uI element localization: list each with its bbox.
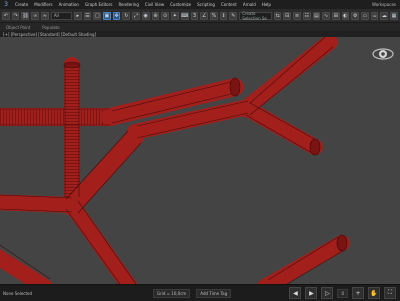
menu-graph-editors[interactable]: Graph Editors <box>82 2 115 7</box>
animation-controls: ◀ ▶ ▷ 0 + ✋ ⛶ <box>289 287 400 299</box>
menu-animation[interactable]: Animation <box>56 2 82 7</box>
rendered-frame-window-icon[interactable]: ▭ <box>361 11 369 20</box>
play-icon[interactable]: ▶ <box>305 287 318 299</box>
undo-icon[interactable]: ↶ <box>2 11 10 20</box>
snaps-toggle-icon[interactable]: 3 <box>190 11 199 20</box>
named-selection-set-dropdown[interactable]: Create Selection Se <box>239 11 272 21</box>
maximize-viewport-icon[interactable]: ⛶ <box>384 287 396 299</box>
add-time-tag-button[interactable]: Add Time Tag <box>196 288 232 298</box>
workspace-selector[interactable]: Workspaces <box>372 2 400 7</box>
mirror-icon[interactable]: ⇆ <box>273 11 282 20</box>
keyboard-shortcut-override-icon[interactable]: ⌨ <box>180 11 189 20</box>
grid-readout: Grid = 10,0cm <box>153 288 191 298</box>
viewport-label[interactable]: [+] [Perspective] [Standard] [Default Sh… <box>0 32 96 37</box>
menu-create[interactable]: Create <box>12 2 31 7</box>
tube-diagonal-left[interactable] <box>63 128 144 216</box>
application-window: 3 Create Modifiers Animation Graph Edito… <box>0 0 400 301</box>
tube-right-down[interactable] <box>240 101 323 155</box>
menu-arnold[interactable]: Arnold <box>240 2 259 7</box>
current-frame-field[interactable]: 0 <box>337 288 348 298</box>
tube-end-cap <box>336 234 348 252</box>
ribbon-bar: Object Paint Populate <box>0 23 400 31</box>
render-production-icon[interactable]: ☕ <box>370 11 379 20</box>
select-by-name-icon[interactable]: ☰ <box>83 11 92 20</box>
perspective-viewport[interactable] <box>0 37 400 284</box>
toggle-scene-explorer-icon[interactable]: ≡ <box>293 11 301 20</box>
previous-frame-icon[interactable]: ◀ <box>289 287 302 299</box>
coordinate-display: Grid = 10,0cm Add Time Tag <box>153 288 289 298</box>
curve-editor-icon[interactable]: ∿ <box>322 11 330 20</box>
toggle-layer-explorer-icon[interactable]: ☷ <box>302 11 311 20</box>
tube-end-cap <box>309 138 321 156</box>
menu-modifiers[interactable]: Modifiers <box>31 2 55 7</box>
tube-end-cap <box>229 77 241 97</box>
select-object-icon[interactable]: ▸ <box>73 11 82 20</box>
window-crossing-icon[interactable]: ▣ <box>103 11 111 20</box>
menu-scripting[interactable]: Scripting <box>194 2 218 7</box>
tube-bottom-left[interactable] <box>0 248 53 284</box>
link-icon[interactable]: ⛓ <box>21 11 30 20</box>
scene-canvas <box>0 37 350 284</box>
tube-end-cap <box>63 61 81 69</box>
menu-customize[interactable]: Customize <box>167 2 194 7</box>
render-in-cloud-icon[interactable]: ☁ <box>380 11 389 20</box>
tube-top-right[interactable] <box>237 37 338 117</box>
selection-filter-dropdown[interactable]: All <box>50 11 72 20</box>
ribbon-tab-populate[interactable]: Populate <box>36 25 65 30</box>
status-bar: None Selected Grid = 10,0cm Add Time Tag… <box>0 284 400 301</box>
pan-icon[interactable]: ✋ <box>368 287 380 299</box>
menu-help[interactable]: Help <box>259 2 274 7</box>
placement-icon[interactable]: ◉ <box>141 11 150 20</box>
selection-status: None Selected <box>3 290 33 296</box>
main-toolbar: ↶ ↷ ⛓ ∞ ≈ All ▸ ☰ □ ▣ ✥ ↻ ⤢ ◉ ⊕ ⊙ ✦ ⌨ 3 … <box>0 9 400 23</box>
next-frame-icon[interactable]: ▷ <box>321 287 334 299</box>
unlink-icon[interactable]: ∞ <box>31 11 40 20</box>
percent-snap-icon[interactable]: % <box>210 11 218 20</box>
menu-content[interactable]: Content <box>218 2 240 7</box>
toggle-ribbon-icon[interactable]: ▤ <box>312 11 321 20</box>
bind-space-warp-icon[interactable]: ≈ <box>41 11 49 20</box>
rectangular-selection-icon[interactable]: □ <box>93 11 102 20</box>
select-manipulate-icon[interactable]: ✦ <box>170 11 179 20</box>
schematic-view-icon[interactable]: ⊞ <box>331 11 340 20</box>
ribbon-tab-object-paint[interactable]: Object Paint <box>0 25 36 30</box>
select-move-icon[interactable]: ✥ <box>112 11 121 20</box>
menu-rendering[interactable]: Rendering <box>115 2 141 7</box>
align-icon[interactable]: ⊟ <box>283 11 292 20</box>
app-logo[interactable]: 3 <box>0 0 12 9</box>
select-rotate-icon[interactable]: ↻ <box>122 11 131 20</box>
material-editor-icon[interactable]: ◐ <box>341 11 350 20</box>
spinner-snap-icon[interactable]: ⇕ <box>219 11 228 20</box>
menu-civil-view[interactable]: Civil View <box>142 2 167 7</box>
redo-icon[interactable]: ↷ <box>11 11 20 20</box>
reference-coordinate-icon[interactable]: ⊕ <box>151 11 160 20</box>
edit-named-selection-icon[interactable]: ✎ <box>229 11 238 20</box>
pivot-center-icon[interactable]: ⊙ <box>161 11 169 20</box>
tube-bottom-right[interactable] <box>257 235 350 284</box>
render-setup-icon[interactable]: ⚙ <box>351 11 360 20</box>
tube-lower-left[interactable] <box>0 194 80 213</box>
zoom-icon[interactable]: + <box>352 287 364 299</box>
viewcube-icon[interactable] <box>372 45 394 63</box>
a360-gallery-icon[interactable]: ▦ <box>390 11 398 20</box>
tube-lower-down[interactable] <box>64 197 138 284</box>
angle-snap-icon[interactable]: ∠ <box>200 11 209 20</box>
select-scale-icon[interactable]: ⤢ <box>132 11 140 20</box>
menu-bar: 3 Create Modifiers Animation Graph Edito… <box>0 0 400 9</box>
